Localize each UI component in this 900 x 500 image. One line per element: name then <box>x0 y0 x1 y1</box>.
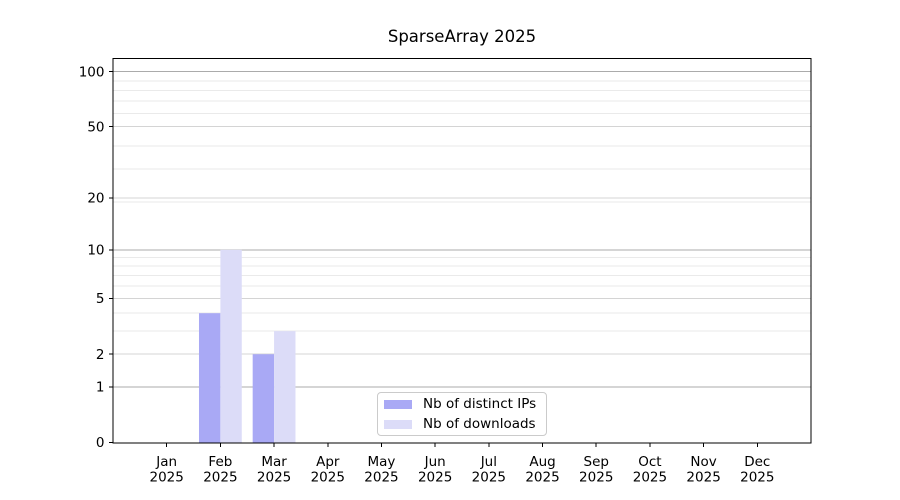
x-tick-label-apr: Apr2025 <box>311 454 345 486</box>
legend-label-downloads: Nb of downloads <box>423 416 536 432</box>
y-tick-label-10: 10 <box>87 243 104 259</box>
x-tick-label-aug: Aug2025 <box>525 454 559 486</box>
bar-mar-distinct-ips <box>253 354 274 442</box>
y-tick-label-50: 50 <box>87 119 104 135</box>
x-tick-label-nov: Nov2025 <box>686 454 720 486</box>
x-tick-label-jul: Jul2025 <box>472 454 506 486</box>
y-tick-label-1: 1 <box>96 380 105 396</box>
legend-item-distinct-ips: Nb of distinct IPs <box>384 396 546 413</box>
x-tick-label-sep: Sep2025 <box>579 454 613 486</box>
distinct-ips-swatch-icon <box>384 400 412 409</box>
y-tick-label-100: 100 <box>79 64 105 80</box>
downloads-swatch-icon <box>384 420 412 429</box>
bar-feb-downloads <box>220 250 241 443</box>
x-tick-label-may: May2025 <box>364 454 398 486</box>
figure: SparseArray 2025 0125102050100Jan2025Feb… <box>0 0 900 500</box>
x-tick-label-feb: Feb2025 <box>203 454 237 486</box>
legend-item-downloads: Nb of downloads <box>384 416 546 433</box>
y-tick-label-20: 20 <box>87 191 104 207</box>
x-tick-label-dec: Dec2025 <box>740 454 774 486</box>
bar-feb-distinct-ips <box>199 313 220 442</box>
x-tick-label-mar: Mar2025 <box>257 454 291 486</box>
x-tick-label-jan: Jan2025 <box>150 454 184 486</box>
legend: Nb of distinct IPs Nb of downloads <box>377 392 547 436</box>
x-tick-label-jun: Jun2025 <box>418 454 452 486</box>
x-tick-label-oct: Oct2025 <box>633 454 667 486</box>
y-tick-label-2: 2 <box>96 347 105 363</box>
bar-mar-downloads <box>274 331 295 442</box>
legend-label-distinct-ips: Nb of distinct IPs <box>423 396 536 412</box>
y-tick-label-0: 0 <box>96 435 105 451</box>
y-tick-label-5: 5 <box>96 291 105 307</box>
